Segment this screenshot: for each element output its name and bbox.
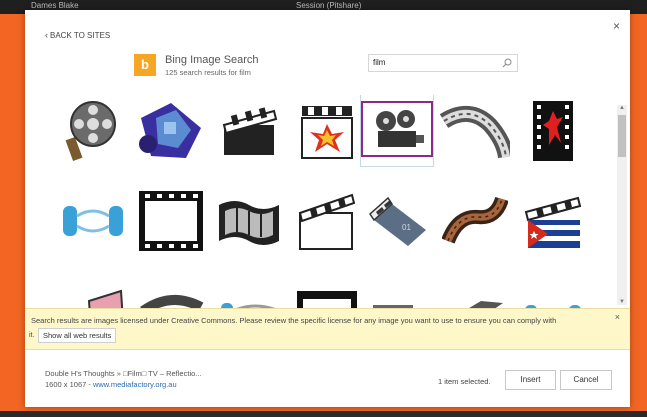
license-notice-bar: Search results are images licensed under…	[25, 308, 630, 350]
projector-result[interactable]	[360, 95, 434, 167]
search-box[interactable]	[368, 54, 518, 72]
close-dialog-button[interactable]: ×	[613, 19, 620, 33]
purple-film-roll-result[interactable]	[135, 95, 207, 167]
brown-film-strip-result[interactable]	[439, 185, 511, 257]
frame-row3-result[interactable]	[291, 275, 363, 308]
open-clapperboard-result[interactable]	[291, 185, 363, 257]
camera-icon	[373, 305, 413, 308]
blue-reels-icon	[63, 206, 123, 236]
single-frame-result[interactable]	[135, 185, 207, 257]
curved-film-result[interactable]	[135, 275, 207, 308]
chevron-left-icon: ‹	[45, 30, 48, 40]
curved-film-icon	[140, 294, 204, 308]
selection-frame	[361, 101, 433, 157]
brown-filmstrip-icon	[442, 196, 508, 244]
cuba-clapperboard-result[interactable]	[517, 185, 589, 257]
cancel-button[interactable]: Cancel	[560, 370, 612, 390]
selected-image-details: 1600 x 1067 - www.mediafactory.org.au	[45, 380, 177, 389]
selected-image-name: Double H's Thoughts » □Film□ TV – Reflec…	[45, 369, 202, 378]
results-scrollbar[interactable]: ▲ ▼	[617, 105, 627, 305]
taskbar-strip	[0, 411, 647, 417]
scroll-up-icon[interactable]: ▲	[619, 105, 625, 111]
clapper-explosion-icon	[301, 106, 353, 159]
clapper-explosion-result[interactable]	[291, 95, 363, 167]
cuba-clapper-icon	[524, 196, 582, 248]
black-clapperboard-result[interactable]	[213, 95, 285, 167]
reels-row3-icon	[221, 303, 276, 308]
window-title-left: Dames Blake	[31, 1, 79, 10]
svg-text:01: 01	[402, 223, 411, 232]
reels-row3-result[interactable]	[213, 275, 285, 308]
image-source-link[interactable]: www.mediafactory.org.au	[93, 380, 177, 389]
pink-film-icon	[87, 289, 124, 308]
scroll-down-icon[interactable]: ▼	[619, 299, 625, 305]
license-notice-continued: it.	[29, 332, 35, 339]
search-provider-title: Bing Image Search	[165, 54, 259, 66]
reels2-row3-result[interactable]	[517, 275, 589, 308]
red-figure-icon	[533, 101, 573, 161]
film-reel-result[interactable]	[57, 95, 129, 167]
back-to-sites-label: BACK TO SITES	[50, 31, 111, 40]
insert-button[interactable]: Insert	[505, 370, 556, 390]
frame-row3-icon	[297, 291, 357, 308]
back-to-sites-link[interactable]: ‹ BACK TO SITES	[45, 30, 110, 40]
wavy-filmstrip-icon	[219, 201, 279, 245]
strip-row3-icon	[469, 301, 503, 308]
clapperboard-icon	[222, 107, 278, 155]
show-all-web-results-button[interactable]: Show all web results	[38, 328, 117, 343]
result-count-subtitle: 125 search results for film	[165, 68, 251, 77]
scrollbar-thumb[interactable]	[618, 115, 626, 157]
open-clapper-icon	[298, 193, 356, 250]
search-results-grid: 01	[45, 95, 620, 308]
license-notice-text: Search results are images licensed under…	[31, 316, 557, 325]
blue-clapperboard-result[interactable]: 01	[363, 185, 435, 257]
blue-clapper-icon: 01	[369, 196, 426, 246]
strip-row3-result[interactable]	[439, 275, 511, 308]
close-notice-button[interactable]: ×	[615, 312, 620, 322]
blue-film-reels-result[interactable]	[57, 185, 129, 257]
film-reel-icon	[65, 101, 116, 162]
pink-film-result[interactable]	[57, 275, 129, 308]
image-dimensions: 1600 x 1067 -	[45, 380, 91, 389]
film-strip-curl-result[interactable]	[439, 95, 511, 167]
bing-logo-icon: b	[134, 54, 156, 76]
search-icon[interactable]	[501, 57, 513, 69]
reels2-row3-icon	[525, 305, 581, 308]
selection-count: 1 item selected.	[438, 377, 491, 386]
red-figure-filmstrip-result[interactable]	[517, 95, 589, 167]
wavy-filmstrip-result[interactable]	[213, 185, 285, 257]
projector-icon	[376, 110, 424, 147]
film-strip-icon	[440, 106, 510, 159]
window-title-center: Session (Pitshare)	[296, 1, 362, 10]
search-input[interactable]	[373, 56, 493, 69]
camera-row3-result[interactable]	[363, 275, 435, 308]
film-frame-icon	[139, 191, 203, 251]
insert-picture-dialog: ‹ BACK TO SITES × b Bing Image Search 125…	[25, 10, 630, 407]
film-roll-icon	[139, 103, 201, 158]
